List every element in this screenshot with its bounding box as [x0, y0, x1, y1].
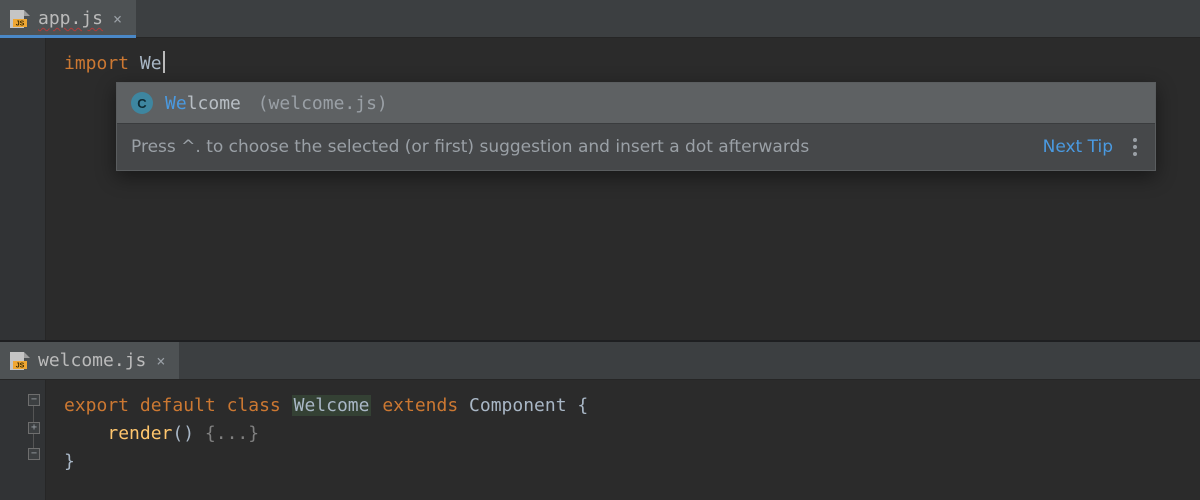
svg-text:JS: JS	[16, 362, 25, 369]
brace-open: {	[577, 395, 588, 416]
tab-bar-top: JS app.js ×	[0, 0, 1200, 38]
brace-close: }	[64, 451, 75, 472]
method-name: render	[107, 423, 172, 444]
autocomplete-popup: C Welcome (welcome.js) Press ^. to choos…	[116, 82, 1156, 171]
editor-pane-app: JS app.js × import We C Welcome (welcome…	[0, 0, 1200, 340]
next-tip-link[interactable]: Next Tip	[1043, 136, 1113, 158]
text-caret	[163, 51, 165, 73]
gutter-top	[0, 38, 46, 340]
fold-toggle[interactable]: +	[28, 422, 40, 434]
code-area-bottom[interactable]: export default class Welcome extends Com…	[46, 380, 1200, 500]
tab-close-button[interactable]: ×	[111, 10, 124, 27]
gutter-bottom: − + −	[0, 380, 46, 500]
kebab-menu-icon[interactable]	[1127, 134, 1143, 160]
autocomplete-rest: lcome	[187, 93, 241, 114]
keyword-extends: extends	[382, 395, 458, 416]
autocomplete-hint-bar: Press ^. to choose the selected (or firs…	[117, 123, 1155, 170]
autocomplete-label: Welcome (welcome.js)	[165, 93, 388, 114]
autocomplete-item[interactable]: C Welcome (welcome.js)	[117, 83, 1155, 123]
svg-text:JS: JS	[16, 20, 25, 27]
folded-body[interactable]: {...}	[205, 423, 259, 444]
super-class: Component	[469, 395, 567, 416]
keyword-import: import	[64, 53, 129, 74]
tab-filename: welcome.js	[38, 350, 146, 371]
parens: ()	[172, 423, 194, 444]
fold-toggle[interactable]: −	[28, 394, 40, 406]
autocomplete-source: (welcome.js)	[247, 93, 388, 114]
tab-close-button[interactable]: ×	[154, 352, 167, 369]
class-badge-icon: C	[131, 92, 153, 114]
tab-welcome-js[interactable]: JS welcome.js ×	[0, 342, 179, 379]
tab-bar-bottom: JS welcome.js ×	[0, 342, 1200, 380]
autocomplete-hint-text: Press ^. to choose the selected (or firs…	[131, 136, 809, 158]
editor-pane-welcome: JS welcome.js × − + − export default cla…	[0, 342, 1200, 500]
keyword-class: class	[227, 395, 281, 416]
js-file-icon: JS	[10, 10, 30, 28]
autocomplete-match: We	[165, 93, 187, 114]
js-file-icon: JS	[10, 352, 30, 370]
typed-text: We	[140, 53, 162, 74]
class-name: Welcome	[292, 395, 372, 416]
keyword-default: default	[140, 395, 216, 416]
fold-toggle[interactable]: −	[28, 448, 40, 460]
tab-app-js[interactable]: JS app.js ×	[0, 0, 136, 37]
keyword-export: export	[64, 395, 129, 416]
tab-filename: app.js	[38, 8, 103, 29]
